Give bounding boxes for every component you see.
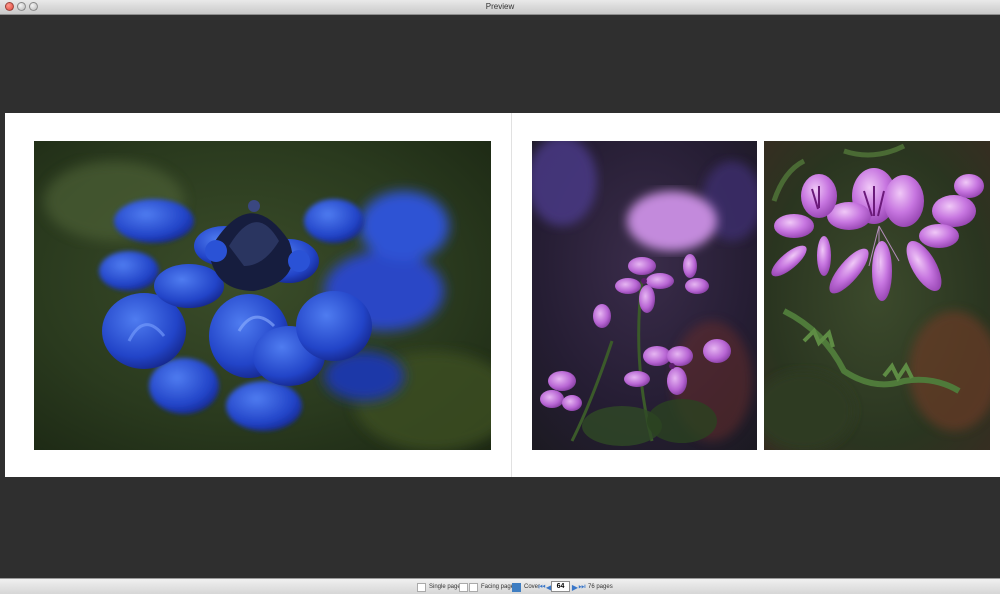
window-title: Preview: [485, 2, 515, 11]
title-bar: Preview: [0, 0, 1000, 15]
book-spread: [5, 113, 1000, 477]
last-page-icon: ⏭: [578, 582, 586, 591]
page-count: 76 pages: [588, 582, 613, 592]
facing-pages-icon: [459, 582, 468, 592]
photo-geranium-closeup: [764, 141, 990, 450]
single-page-icon: [417, 582, 426, 592]
photo-blue-flower: [34, 141, 491, 450]
photo-purple-geraniums: [532, 141, 757, 450]
page-gutter: [511, 113, 512, 477]
single-page-toggle[interactable]: Single page: [417, 582, 461, 592]
facing-pages-icon-right: [469, 582, 478, 592]
page-number-input[interactable]: 64: [551, 581, 570, 592]
cover-toggle[interactable]: Cover: [512, 582, 540, 592]
last-page-button[interactable]: ⏭: [578, 582, 586, 592]
single-page-label: Single page: [429, 584, 461, 590]
page-count-label: 76 pages: [588, 584, 613, 590]
cover-icon: [512, 582, 521, 592]
bottom-toolbar: Single page Facing pages Cover ⏮ ◀ 64 ▶ …: [0, 578, 1000, 594]
facing-pages-toggle[interactable]: Facing pages: [459, 582, 517, 592]
